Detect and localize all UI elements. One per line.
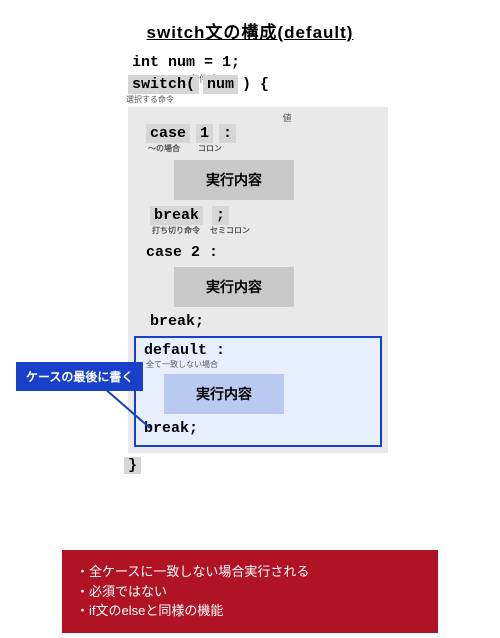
case1-sublabels: ～の場合 コロン — [148, 143, 382, 154]
decl-line: int num = 1; — [128, 54, 388, 71]
note-2: 必須ではない — [76, 582, 424, 602]
colon-label: コロン — [198, 143, 222, 154]
break1-sublabels: 打ち切り命令 セミコロン — [152, 225, 382, 236]
case2-text: case 2 : — [146, 244, 218, 261]
exec-box-1: 実行内容 — [174, 160, 294, 200]
default-block: default : 全て一致しない場合 実行内容 break; — [134, 336, 382, 447]
switch-keyword: switch( — [128, 75, 199, 94]
note-1: 全ケースに一致しない場合実行される — [76, 562, 424, 582]
value-label: 値 — [192, 111, 382, 124]
exec-box-2: 実行内容 — [174, 267, 294, 307]
default-break: break; — [144, 420, 372, 437]
semicolon-label: セミコロン — [210, 225, 250, 236]
switch-line: switch( num ) { — [128, 75, 388, 94]
default-line: default : — [144, 342, 372, 359]
callout-box: ケースの最後に書く — [16, 362, 143, 391]
close-brace: } — [124, 457, 141, 474]
semicolon-token: ; — [212, 206, 229, 225]
select-instruction-label: 選択する命令 — [126, 94, 388, 105]
switch-body: 値 case 1 : ～の場合 コロン 実行内容 break ; 打ち切り命令 … — [128, 107, 388, 453]
break1-line: break ; — [150, 206, 382, 225]
case-keyword: case — [146, 124, 190, 143]
break2-line: break; — [150, 313, 382, 330]
note-3: if文のelseと同様の機能 — [76, 601, 424, 621]
case-meaning-label: ～の場合 — [148, 143, 180, 154]
case1-line: case 1 : — [146, 124, 382, 143]
break-keyword: break — [150, 206, 203, 225]
exec-box-default: 実行内容 — [164, 374, 284, 414]
case-value-1: 1 — [196, 124, 213, 143]
colon-token: : — [219, 124, 236, 143]
num-token: num — [203, 75, 238, 94]
break-meaning-label: 打ち切り命令 — [152, 225, 200, 236]
code-block: int num = 1; switch( num ) { 選択する命令 値 ca… — [128, 54, 388, 474]
notes-box: 全ケースに一致しない場合実行される 必須ではない if文のelseと同様の機能 — [62, 550, 438, 633]
page-title: switch文の構成(default) — [0, 0, 500, 43]
default-sublabel: 全て一致しない場合 — [146, 359, 372, 370]
close-paren-brace: ) { — [242, 76, 269, 93]
case2-line: case 2 : — [146, 244, 382, 261]
